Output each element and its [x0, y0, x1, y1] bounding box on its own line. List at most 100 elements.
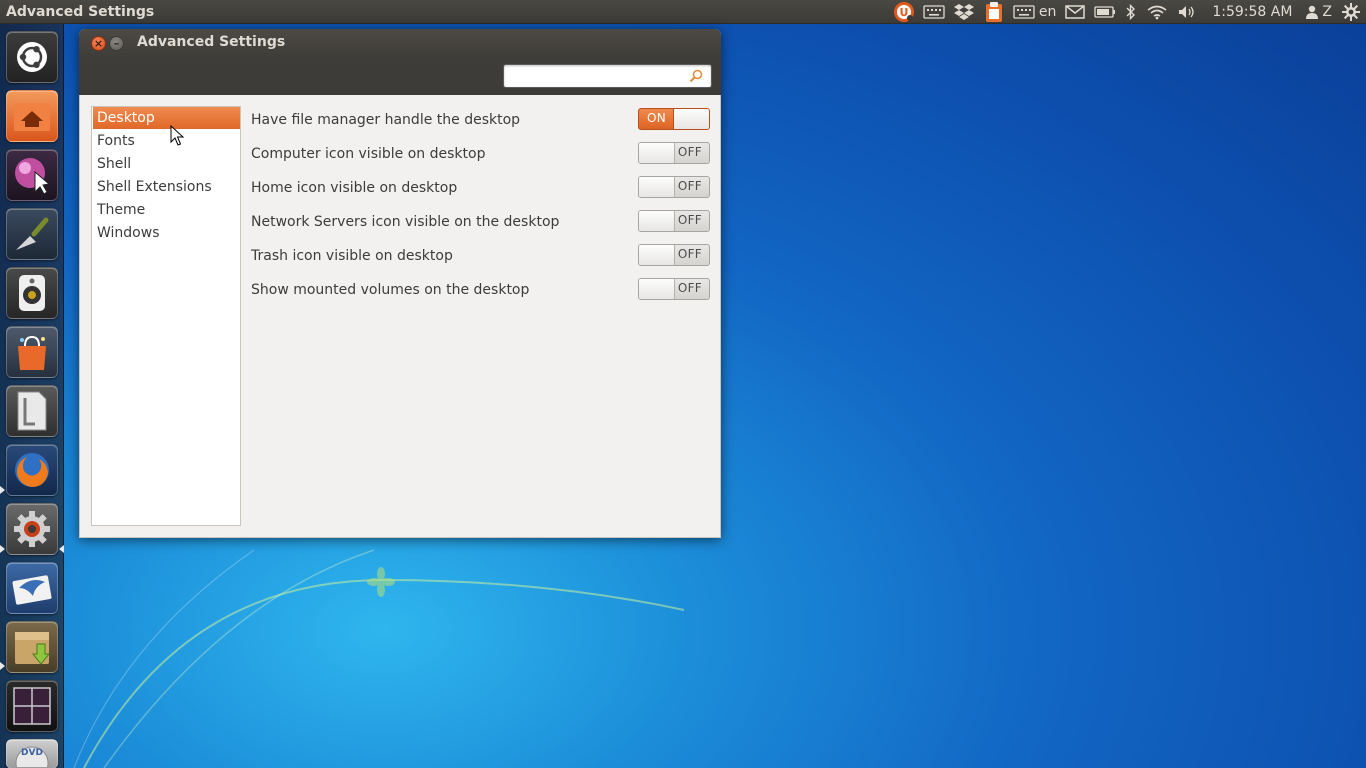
- panel-app-title: Advanced Settings: [6, 3, 155, 20]
- launcher-running-indicator: [0, 486, 5, 494]
- minimize-icon[interactable]: –: [109, 36, 124, 51]
- setting-row: Network Servers icon visible on the desk…: [250, 209, 712, 237]
- top-panel: Advanced Settings U en 1:59:58 AM Z: [0, 0, 1366, 24]
- setting-label: Computer icon visible on desktop: [251, 146, 486, 162]
- search-input[interactable]: [508, 67, 684, 85]
- battery-icon[interactable]: [1090, 0, 1120, 24]
- launcher-running-indicator: [0, 545, 5, 553]
- svg-text:U: U: [899, 6, 908, 19]
- wallpaper-swoosh: [73, 549, 685, 768]
- switch-knob: [639, 211, 675, 231]
- launcher-system-settings[interactable]: [6, 503, 58, 555]
- switch-state: OFF: [677, 213, 702, 227]
- dropbox-icon[interactable]: [949, 0, 979, 24]
- shopping-bag-icon: [18, 335, 46, 370]
- file-manager-desktop-switch[interactable]: ON: [638, 108, 710, 130]
- close-icon[interactable]: ×: [91, 36, 106, 51]
- mail-icon[interactable]: [1060, 0, 1090, 24]
- switch-knob: [639, 279, 675, 299]
- launcher-firefox[interactable]: [6, 444, 58, 496]
- window-content: Desktop Fonts Shell Shell Extensions The…: [79, 95, 721, 538]
- launcher-home-folder[interactable]: [6, 90, 58, 142]
- sidebar-item-shell-extensions[interactable]: Shell Extensions: [93, 176, 240, 198]
- keyboard-layout-icon: [1013, 5, 1035, 19]
- keyboard-layout-indicator[interactable]: en: [1009, 0, 1061, 24]
- pointer-app-icon: [15, 158, 51, 195]
- settings-gear-icon: [14, 511, 50, 547]
- session-gear-icon[interactable]: [1336, 0, 1366, 24]
- sidebar-item-shell[interactable]: Shell: [93, 153, 240, 175]
- switch-state: OFF: [677, 247, 702, 261]
- search-field[interactable]: [503, 64, 712, 88]
- setting-label: Home icon visible on desktop: [251, 180, 458, 196]
- sidebar-item-fonts[interactable]: Fonts: [93, 130, 240, 152]
- launcher-trowel-app[interactable]: [6, 208, 58, 260]
- setting-row: Trash icon visible on desktop OFF: [250, 243, 712, 271]
- launcher-software-center[interactable]: [6, 326, 58, 378]
- mounted-volumes-switch[interactable]: OFF: [638, 278, 710, 300]
- setting-row: Have file manager handle the desktop ON: [250, 107, 712, 135]
- switch-state: OFF: [677, 145, 702, 159]
- dvd-icon: DVD: [15, 746, 49, 767]
- launcher-dvd-drive[interactable]: DVD: [6, 739, 58, 768]
- home-folder-icon: [14, 103, 50, 131]
- trash-icon-switch[interactable]: OFF: [638, 244, 710, 266]
- launcher-speaker-app[interactable]: [6, 267, 58, 319]
- launcher-workspace-switcher[interactable]: [6, 680, 58, 732]
- workspace-grid-icon: [13, 687, 51, 725]
- package-download-icon: [15, 632, 51, 665]
- setting-label: Have file manager handle the desktop: [251, 112, 521, 128]
- sidebar-item-theme[interactable]: Theme: [93, 199, 240, 221]
- clock-time: 1:59:58 AM: [1212, 4, 1293, 20]
- launcher-pointer-app[interactable]: [6, 149, 58, 201]
- switch-state: OFF: [677, 281, 702, 295]
- switch-knob: [673, 109, 709, 129]
- sidebar-item-desktop[interactable]: Desktop: [93, 107, 240, 129]
- network-servers-icon-switch[interactable]: OFF: [638, 210, 710, 232]
- keyboard-icon[interactable]: [919, 0, 949, 24]
- ubuntu-one-icon[interactable]: U: [889, 0, 919, 24]
- switch-state: ON: [647, 111, 667, 125]
- clipboard-icon[interactable]: [979, 0, 1009, 24]
- window-toolbar: [79, 57, 721, 95]
- document-icon: [17, 391, 47, 431]
- setting-row: Show mounted volumes on the desktop OFF: [250, 277, 712, 305]
- switch-knob: [639, 143, 675, 163]
- sidebar-item-windows[interactable]: Windows: [93, 222, 240, 244]
- wifi-icon[interactable]: [1142, 0, 1172, 24]
- svg-text:DVD: DVD: [21, 748, 43, 758]
- advanced-settings-window: × – Advanced Settings Desktop Fonts Shel…: [79, 29, 721, 538]
- speaker-icon: [19, 275, 45, 311]
- launcher-document-viewer[interactable]: [6, 385, 58, 437]
- switch-knob: [639, 245, 675, 265]
- user-icon: [1306, 5, 1319, 19]
- wallpaper-flower: [367, 567, 395, 597]
- category-sidebar: Desktop Fonts Shell Shell Extensions The…: [91, 106, 241, 526]
- launcher-mail-app[interactable]: [6, 562, 58, 614]
- setting-row: Home icon visible on desktop OFF: [250, 175, 712, 203]
- volume-icon[interactable]: [1172, 0, 1202, 24]
- window-titlebar[interactable]: × – Advanced Settings: [79, 29, 721, 57]
- mail-bird-icon: [12, 575, 52, 605]
- trowel-icon: [16, 217, 49, 250]
- setting-row: Computer icon visible on desktop OFF: [250, 141, 712, 169]
- indicator-tray: U en 1:59:58 AM Z: [889, 0, 1366, 24]
- setting-label: Network Servers icon visible on the desk…: [251, 214, 560, 230]
- bluetooth-icon[interactable]: [1120, 0, 1142, 24]
- keyboard-layout-label: en: [1038, 4, 1057, 20]
- switch-state: OFF: [677, 179, 702, 193]
- launcher-archive-installer[interactable]: [6, 621, 58, 673]
- clock[interactable]: 1:59:58 AM: [1202, 0, 1302, 24]
- home-icon-switch[interactable]: OFF: [638, 176, 710, 198]
- launcher: DVD: [0, 24, 64, 768]
- setting-label: Show mounted volumes on the desktop: [251, 282, 530, 298]
- firefox-icon: [15, 453, 49, 487]
- window-title: Advanced Settings: [137, 34, 286, 50]
- computer-icon-switch[interactable]: OFF: [638, 142, 710, 164]
- mouse-cursor-icon: [170, 125, 184, 146]
- user-name: Z: [1322, 4, 1332, 20]
- launcher-running-indicator: [0, 662, 5, 670]
- user-menu[interactable]: Z: [1302, 0, 1336, 24]
- search-icon[interactable]: [689, 69, 703, 83]
- launcher-dash-button[interactable]: [6, 31, 58, 83]
